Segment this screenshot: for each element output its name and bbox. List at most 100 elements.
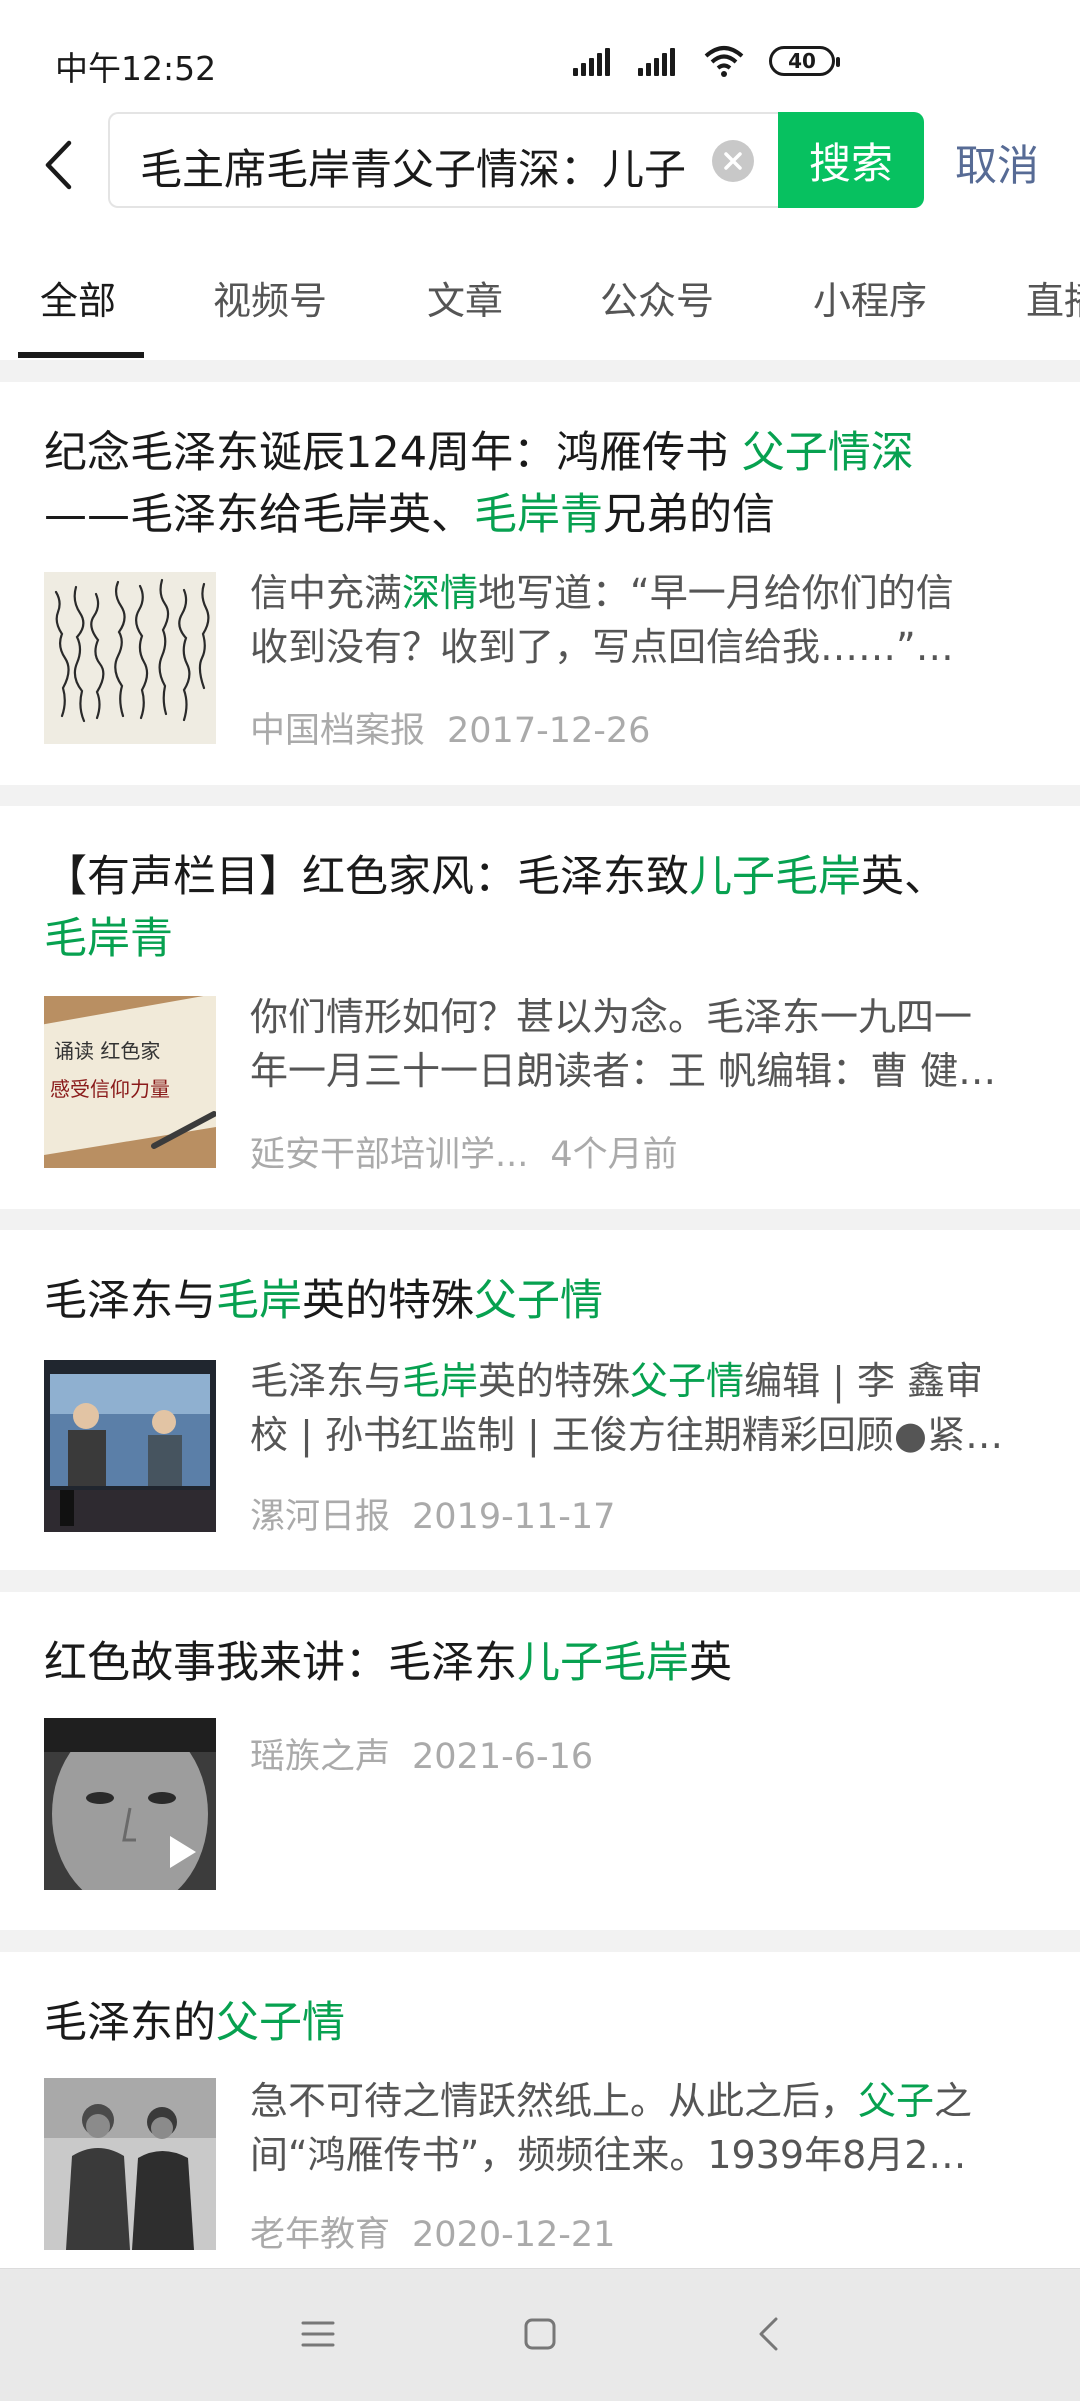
result-meta: 中国档案报 2017-12-26 xyxy=(250,702,650,753)
result-card[interactable]: 毛泽东的父子情 急不可待之情跃然纸上。从此之后，父子之 间“鸿雁传书”，频频往来… xyxy=(0,1952,1080,2272)
title-highlight: 毛岸青 xyxy=(474,490,603,540)
title-highlight: 父子情 xyxy=(216,1998,345,2048)
snippet-text: 收到没有？收到了，写点回信给我……”… xyxy=(250,625,954,669)
result-card[interactable]: 纪念毛泽东诞辰124周年：鸿雁传书 父子情深 ——毛泽东给毛岸英、毛岸青兄弟的信… xyxy=(0,382,1080,785)
result-title: 毛泽东的父子情 xyxy=(44,1992,1040,2054)
snippet-highlight: 父子情 xyxy=(630,1359,745,1403)
result-meta: 瑶族之声 2021-6-16 xyxy=(250,1728,593,1779)
snippet-text: 之 xyxy=(934,2079,973,2123)
snippet-highlight: 毛岸 xyxy=(402,1359,479,1403)
cellular-signal-2-icon xyxy=(638,46,675,76)
cellular-signal-icon xyxy=(573,46,610,76)
snippet-text: 急不可待之情跃然纸上。从此之后， xyxy=(250,2079,859,2123)
cancel-button[interactable]: 取消 xyxy=(955,132,1039,193)
title-text: 毛泽东与 xyxy=(44,1276,216,1326)
status-time: 中午12:52 xyxy=(55,49,217,88)
photo-display-image xyxy=(44,1360,216,1532)
title-highlight: 儿子毛岸 xyxy=(689,852,861,902)
menu-icon xyxy=(301,2321,335,2347)
title-text: 毛泽东的 xyxy=(44,1998,216,2048)
result-date: 4个月前 xyxy=(550,1135,678,1175)
title-text: 英 xyxy=(689,1638,732,1688)
search-button[interactable]: 搜索 xyxy=(778,112,924,208)
status-icons xyxy=(573,44,745,78)
snippet-text: 毛泽东与 xyxy=(250,1359,403,1403)
snippet-text: 间“鸿雁传书”，频频往来。1939年8月2… xyxy=(250,2133,967,2177)
battery-icon: 40 xyxy=(769,46,840,76)
handwritten-letter-image xyxy=(44,572,216,744)
result-thumbnail: 诵读 红色家 感受信仰力量 xyxy=(44,996,216,1168)
battery-level: 40 xyxy=(788,49,816,73)
video-thumbnail[interactable] xyxy=(44,1718,216,1890)
result-source: 漯河日报 xyxy=(250,1497,391,1537)
result-date: 2021-6-16 xyxy=(412,1737,594,1777)
system-nav-bar xyxy=(0,2268,1080,2401)
result-date: 2020-12-21 xyxy=(412,2215,616,2255)
active-tab-indicator xyxy=(18,352,144,358)
tab-articles[interactable]: 文章 xyxy=(427,270,503,325)
result-source: 延安干部培训学... xyxy=(250,1135,529,1175)
thumb-caption: 诵读 红色家 xyxy=(54,1039,160,1063)
title-highlight: 父子情 xyxy=(474,1276,603,1326)
result-snippet: 急不可待之情跃然纸上。从此之后，父子之 间“鸿雁传书”，频频往来。1939年8月… xyxy=(250,2074,1040,2182)
result-title: 红色故事我来讲：毛泽东儿子毛岸英 xyxy=(44,1632,1040,1694)
snippet-text: 编辑 | 李 鑫审 xyxy=(744,1359,984,1403)
result-title: 【有声栏目】红色家风：毛泽东致儿子毛岸英、 毛岸青 xyxy=(44,846,1040,970)
result-date: 2019-11-17 xyxy=(412,1497,616,1537)
status-bar: 中午12:52 40 xyxy=(0,0,1080,110)
thumb-caption: 感受信仰力量 xyxy=(50,1077,170,1101)
result-meta: 延安干部培训学... 4个月前 xyxy=(250,1126,678,1177)
home-square-icon xyxy=(524,2318,556,2350)
home-button[interactable] xyxy=(510,2309,570,2359)
search-input[interactable]: 毛主席毛岸青父子情深：儿子 xyxy=(108,112,778,208)
result-meta: 老年教育 2020-12-21 xyxy=(250,2206,615,2257)
title-text: 【有声栏目】红色家风：毛泽东致 xyxy=(44,852,689,902)
tab-official-accounts[interactable]: 公众号 xyxy=(600,270,714,325)
result-snippet: 你们情形如何？甚以为念。毛泽东一九四一 年一月三十一日朗读者：王 帆编辑：曹 健… xyxy=(250,990,1040,1098)
title-text: 英的特殊 xyxy=(302,1276,474,1326)
snippet-highlight: 父子 xyxy=(858,2079,935,2123)
result-meta: 漯河日报 2019-11-17 xyxy=(250,1488,615,1539)
result-source: 中国档案报 xyxy=(250,711,426,751)
title-text: 纪念毛泽东诞辰124周年：鸿雁传书 xyxy=(44,428,742,478)
play-icon xyxy=(170,1836,196,1868)
wifi-icon xyxy=(704,46,744,77)
result-card[interactable]: 毛泽东与毛岸英的特殊父子情 毛泽东与毛岸英的特殊父子情编辑 | 李 鑫审 校 |… xyxy=(0,1230,1080,1570)
back-nav-button[interactable] xyxy=(738,2309,798,2359)
tab-mini-programs[interactable]: 小程序 xyxy=(813,270,927,325)
tab-live[interactable]: 直播 xyxy=(1026,270,1080,325)
result-thumbnail xyxy=(44,2078,216,2250)
title-highlight: 父子情深 xyxy=(741,428,914,478)
snippet-text: 你们情形如何？甚以为念。毛泽东一九四一 xyxy=(250,995,973,1039)
result-title: 纪念毛泽东诞辰124周年：鸿雁传书 父子情深 ——毛泽东给毛岸英、毛岸青兄弟的信 xyxy=(44,422,1040,546)
snippet-text: 年一月三十一日朗读者：王 帆编辑：曹 健… xyxy=(250,1049,997,1093)
title-text: 红色故事我来讲：毛泽东 xyxy=(44,1638,517,1688)
snippet-text: 地写道：“早一月给你们的信 xyxy=(478,571,954,615)
result-card[interactable]: 红色故事我来讲：毛泽东儿子毛岸英 瑶族之声 2021-6-16 xyxy=(0,1592,1080,1930)
back-triangle-icon xyxy=(759,2317,778,2351)
result-thumbnail xyxy=(44,1360,216,1532)
result-title: 毛泽东与毛岸英的特殊父子情 xyxy=(44,1270,1040,1332)
result-card[interactable]: 【有声栏目】红色家风：毛泽东致儿子毛岸英、 毛岸青 诵读 红色家 感受信仰力量 … xyxy=(0,806,1080,1209)
result-snippet: 信中充满深情地写道：“早一月给你们的信 收到没有？收到了，写点回信给我……”… xyxy=(250,566,1040,674)
result-source: 老年教育 xyxy=(250,2215,391,2255)
filter-tabs: 全部 视频号 文章 公众号 小程序 直播 xyxy=(0,220,1080,360)
historical-photo-image xyxy=(44,2078,216,2250)
result-source: 瑶族之声 xyxy=(250,1737,391,1777)
calligraphy-card-image: 诵读 红色家 感受信仰力量 xyxy=(44,996,216,1168)
tab-all[interactable]: 全部 xyxy=(40,270,116,325)
clear-search-button[interactable] xyxy=(712,140,754,182)
result-date: 2017-12-26 xyxy=(447,711,651,751)
result-snippet: 毛泽东与毛岸英的特殊父子情编辑 | 李 鑫审 校 | 孙书红监制 | 王俊方往期… xyxy=(250,1354,1040,1462)
tab-channels[interactable]: 视频号 xyxy=(213,270,327,325)
search-header: 毛主席毛岸青父子情深：儿子 搜索 取消 xyxy=(0,110,1080,220)
title-text: 兄弟的信 xyxy=(603,490,775,540)
menu-button[interactable] xyxy=(288,2309,348,2359)
snippet-text: 英的特殊 xyxy=(478,1359,631,1403)
search-query-text: 毛主席毛岸青父子情深：儿子 xyxy=(140,145,687,194)
title-text: 英、 xyxy=(861,852,947,902)
snippet-highlight: 深情 xyxy=(402,571,479,615)
back-arrow-icon xyxy=(45,140,72,190)
snippet-text: 校 | 孙书红监制 | 王俊方往期精彩回顾●紧… xyxy=(250,1413,1004,1457)
back-button[interactable] xyxy=(28,130,88,200)
